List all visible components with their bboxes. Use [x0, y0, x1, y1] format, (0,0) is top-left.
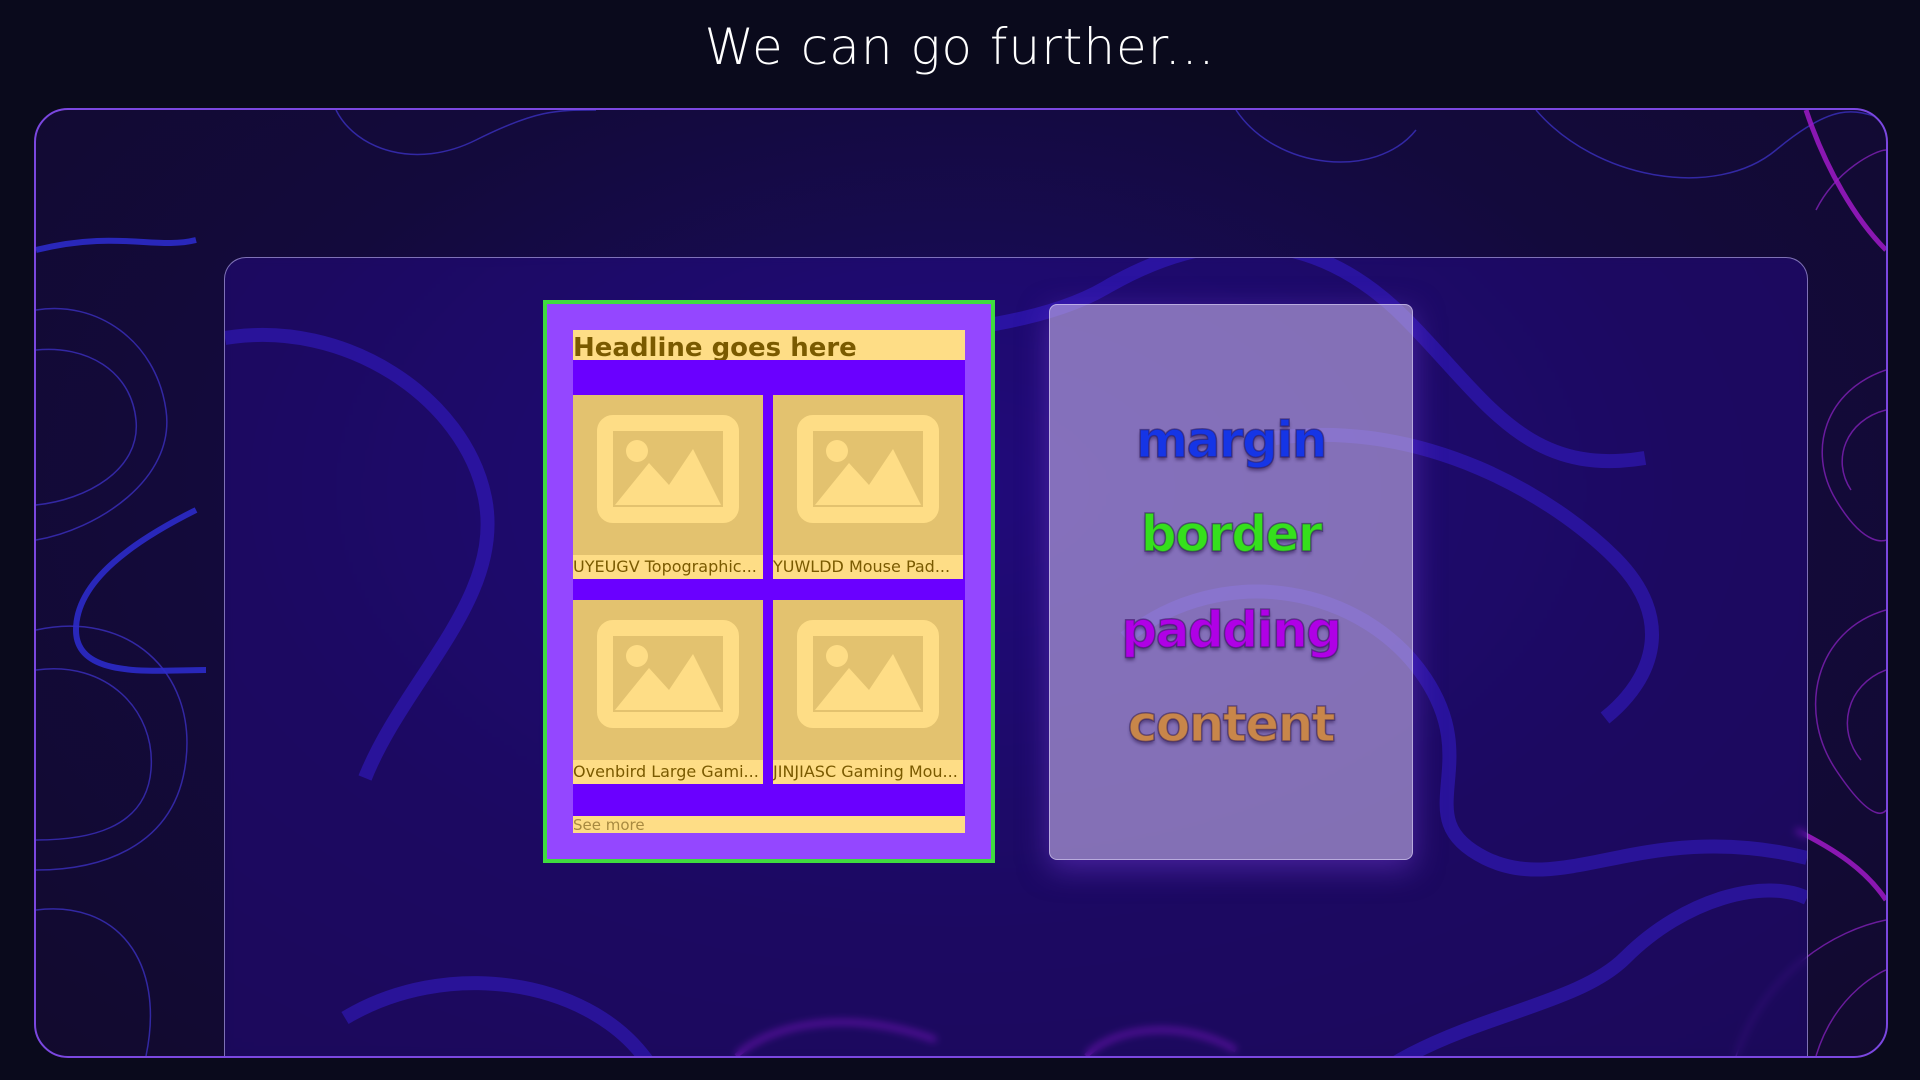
image-placeholder-icon	[597, 415, 739, 523]
product-label[interactable]: YUWLDD Mouse Pad...	[773, 555, 963, 579]
legend-border: border	[1140, 504, 1323, 564]
product-tile[interactable]: JINJIASC Gaming Mou...	[773, 600, 963, 784]
product-tile[interactable]: YUWLDD Mouse Pad...	[773, 395, 963, 579]
page-title: We can go further...	[704, 18, 1216, 76]
box-model-legend: margin border padding content	[1049, 304, 1413, 860]
product-image	[573, 395, 763, 555]
slide: We can go further... Headline goes here …	[0, 0, 1920, 1080]
card-padding-area: Headline goes here UYEUGV Topographic...	[573, 330, 965, 834]
product-label[interactable]: UYEUGV Topographic...	[573, 555, 763, 579]
card-headline: Headline goes here	[573, 330, 965, 360]
blob-lines	[225, 258, 1807, 1056]
legend-content: content	[1127, 694, 1336, 754]
image-placeholder-icon	[797, 620, 939, 728]
product-tile[interactable]: UYEUGV Topographic...	[573, 395, 763, 579]
legend-padding: padding	[1121, 600, 1343, 660]
product-tile[interactable]: Ovenbird Large Gami...	[573, 600, 763, 784]
product-image	[773, 600, 963, 760]
product-label[interactable]: JINJIASC Gaming Mou...	[773, 760, 963, 784]
image-placeholder-icon	[797, 415, 939, 523]
product-image	[573, 600, 763, 760]
product-label[interactable]: Ovenbird Large Gami...	[573, 760, 763, 784]
box-model-demo-card: Headline goes here UYEUGV Topographic...	[543, 300, 995, 863]
product-image	[773, 395, 963, 555]
image-placeholder-icon	[597, 620, 739, 728]
legend-margin: margin	[1135, 410, 1328, 470]
glass-panel	[224, 257, 1808, 1056]
see-more-link[interactable]: See more	[573, 816, 965, 834]
